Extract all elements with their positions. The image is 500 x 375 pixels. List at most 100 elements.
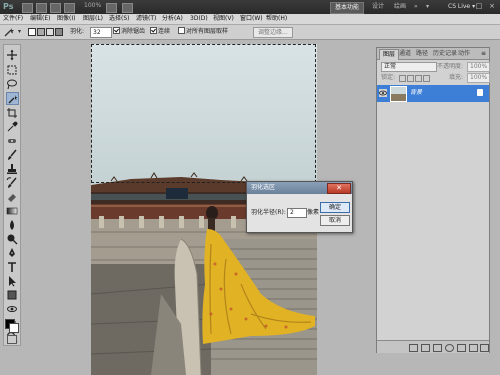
gradient-tool-icon[interactable] — [6, 205, 18, 217]
dialog-close-button[interactable]: ✕ — [327, 183, 351, 194]
layer-style-icon[interactable] — [421, 344, 430, 352]
menu-window[interactable]: 窗口(W) — [240, 14, 263, 24]
tab-paths[interactable]: 路径 — [413, 49, 431, 59]
menu-select[interactable]: 选择(S) — [109, 14, 130, 24]
workspace-painting-button[interactable]: 绘画 — [394, 2, 406, 12]
eye-icon[interactable] — [379, 89, 387, 97]
magic-wand-tool-icon[interactable] — [6, 92, 19, 105]
crop-tool-icon[interactable] — [6, 107, 18, 119]
new-layer-icon[interactable] — [469, 344, 478, 352]
menu-analysis[interactable]: 分析(A) — [162, 14, 183, 24]
history-brush-tool-icon[interactable] — [6, 177, 18, 189]
menu-bar: 文件(F) 编辑(E) 图像(I) 图层(L) 选择(S) 滤镜(T) 分析(A… — [0, 14, 500, 25]
menu-layer[interactable]: 图层(L) — [83, 14, 103, 24]
type-tool-icon[interactable] — [6, 261, 18, 273]
eyedropper-tool-icon[interactable] — [6, 121, 18, 133]
zoom-level[interactable]: 100% — [84, 2, 101, 9]
minibridge-icon[interactable] — [36, 3, 47, 13]
hand-icon[interactable] — [64, 3, 75, 13]
menu-edit[interactable]: 编辑(E) — [30, 14, 50, 24]
sample-all-checkbox-icon — [178, 27, 185, 34]
magic-wand-preset-icon[interactable] — [3, 27, 15, 37]
minimize-button[interactable]: – — [463, 2, 471, 10]
tools-panel — [3, 44, 21, 346]
fill-input[interactable]: 100% — [467, 73, 491, 83]
cs-live-button[interactable]: CS Live ▾ — [448, 2, 475, 12]
brush-tool-icon[interactable] — [6, 149, 18, 161]
marquee-tool-icon[interactable] — [6, 64, 18, 76]
opacity-label: 不透明度: — [437, 63, 464, 70]
layer-mask-icon[interactable] — [433, 344, 442, 352]
clone-stamp-tool-icon[interactable] — [6, 163, 18, 175]
layer-row-background[interactable]: 背景 — [377, 85, 489, 102]
app-titlebar: Ps 100% 基本功能 设计 绘画 » ▾ CS Live ▾ – □ × — [0, 0, 500, 14]
arrange-docs-icon[interactable] — [106, 3, 117, 13]
close-window-button[interactable]: × — [488, 2, 496, 10]
new-selection-icon[interactable] — [28, 28, 36, 36]
photoshop-logo: Ps — [3, 2, 14, 11]
antialias-checkbox[interactable]: 消除锯齿 — [113, 27, 145, 36]
3d-rotate-tool-icon[interactable] — [6, 303, 18, 315]
contiguous-label: 连续 — [158, 28, 171, 35]
antialias-checkmark-icon — [113, 27, 120, 34]
refine-edge-button[interactable]: 调整边缘... — [253, 27, 293, 38]
adjustment-layer-icon[interactable] — [445, 344, 454, 352]
healing-brush-tool-icon[interactable] — [6, 135, 18, 147]
background-color-swatch[interactable] — [9, 323, 19, 333]
menu-filter[interactable]: 滤镜(T) — [136, 14, 156, 24]
fill-label: 填充: — [449, 74, 464, 81]
layers-panel: 图层 通道 路径 历史记录 动作 ≡ 正常 不透明度: 100% 锁定: 填充:… — [376, 47, 491, 353]
tab-channels[interactable]: 通道 — [396, 49, 414, 59]
bridge-icon[interactable] — [22, 3, 33, 13]
panel-menu-icon[interactable]: ≡ — [481, 50, 486, 58]
add-selection-icon[interactable] — [37, 28, 45, 36]
new-group-icon[interactable] — [457, 344, 466, 352]
dialog-title: 羽化选区 — [251, 184, 276, 191]
lasso-tool-icon[interactable] — [6, 78, 18, 90]
menu-3d[interactable]: 3D(D) — [190, 14, 208, 24]
lock-all-icon[interactable] — [423, 75, 430, 82]
link-layers-icon[interactable] — [409, 344, 418, 352]
panel-tabs: 图层 通道 路径 历史记录 动作 ≡ — [377, 48, 489, 60]
lock-pixels-icon[interactable] — [407, 75, 414, 82]
subtract-selection-icon[interactable] — [46, 28, 54, 36]
contiguous-checkbox[interactable]: 连续 — [150, 27, 170, 36]
move-tool-icon[interactable] — [6, 49, 18, 61]
dodge-tool-icon[interactable] — [6, 233, 18, 245]
workspace-essentials-button[interactable]: 基本功能 — [330, 2, 365, 14]
opacity-input[interactable]: 100% — [467, 62, 491, 72]
tab-actions[interactable]: 动作 — [455, 49, 473, 59]
maximize-button[interactable]: □ — [475, 2, 483, 10]
screen-mode-icon[interactable] — [122, 3, 133, 13]
layer-thumbnail — [390, 86, 407, 102]
lock-label: 锁定: — [381, 74, 396, 81]
blur-tool-icon[interactable] — [6, 219, 18, 231]
menu-view[interactable]: 视图(V) — [213, 14, 234, 24]
quick-mask-icon[interactable] — [7, 335, 17, 344]
menu-file[interactable]: 文件(F) — [3, 14, 23, 24]
extras-icon[interactable] — [50, 3, 61, 13]
feather-selection-dialog: 羽化选区 ✕ 羽化半径(R): 2 像素 确定 取消 — [246, 181, 353, 233]
blend-mode-select[interactable]: 正常 — [381, 62, 437, 72]
delete-layer-icon[interactable] — [480, 344, 489, 352]
path-selection-tool-icon[interactable] — [6, 275, 18, 287]
intersect-selection-icon[interactable] — [55, 28, 63, 36]
workspace-dropdown-icon[interactable]: ▾ — [426, 2, 429, 12]
menu-help[interactable]: 帮助(H) — [266, 14, 287, 24]
lock-position-icon[interactable] — [415, 75, 422, 82]
sample-all-layers-checkbox[interactable]: 对所有图层取样 — [178, 27, 228, 36]
shape-tool-icon[interactable] — [6, 289, 18, 301]
eraser-tool-icon[interactable] — [6, 191, 18, 203]
pen-tool-icon[interactable] — [6, 247, 18, 259]
lock-transparency-icon[interactable] — [399, 75, 406, 82]
menu-image[interactable]: 图像(I) — [57, 14, 75, 24]
layer-name[interactable]: 背景 — [410, 89, 422, 97]
feather-input[interactable]: 32 — [90, 27, 112, 38]
preset-dropdown-icon[interactable]: ▾ — [18, 27, 21, 36]
workspace-more-button[interactable]: » — [414, 2, 418, 12]
feather-radius-input[interactable]: 2 — [287, 208, 307, 218]
workspace-design-button[interactable]: 设计 — [372, 2, 384, 12]
cancel-button[interactable]: 取消 — [320, 215, 350, 226]
ok-button[interactable]: 确定 — [320, 202, 350, 213]
lock-icon — [477, 89, 483, 96]
